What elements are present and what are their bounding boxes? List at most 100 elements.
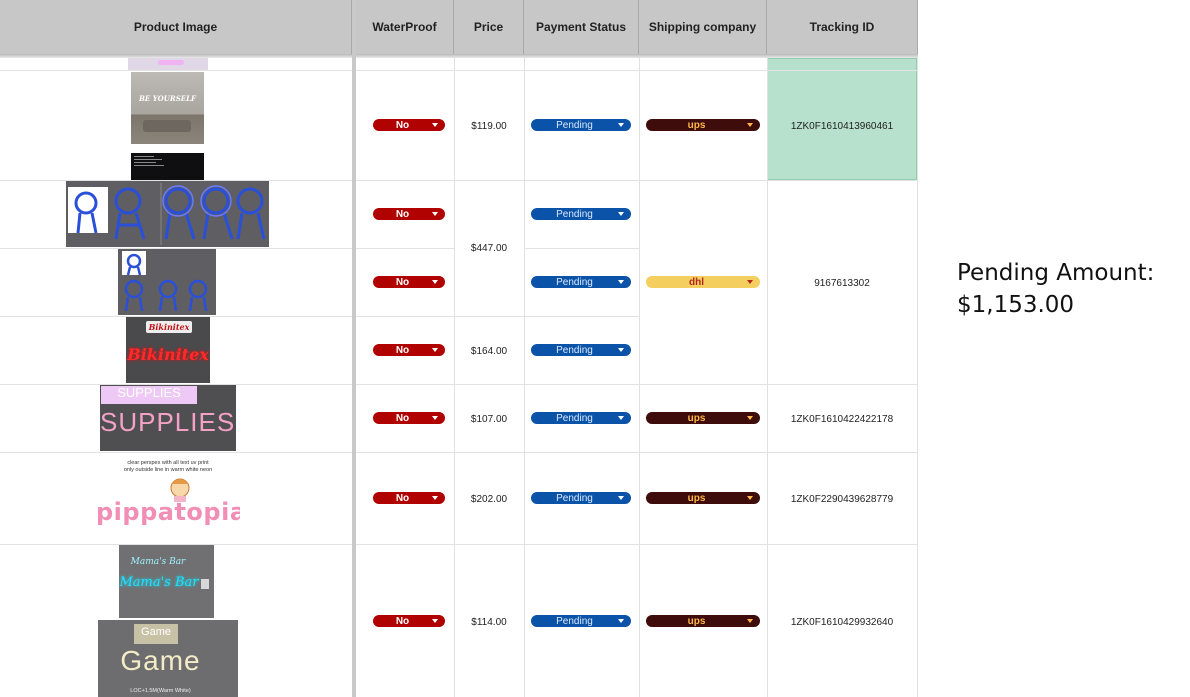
image-label-text: SUPPLIES (117, 385, 181, 400)
payment-status-dropdown[interactable]: Pending (531, 615, 631, 627)
chevron-down-icon (618, 416, 624, 420)
image-label-text: Bikinitex (148, 322, 190, 332)
chevron-down-icon (432, 212, 438, 216)
price-cell[interactable]: $164.00 (454, 344, 524, 358)
payment-status-dropdown[interactable]: Pending (531, 492, 631, 504)
image-neon-text: Mama's Bar (119, 575, 199, 590)
payment-status-dropdown[interactable]: Pending (531, 208, 631, 220)
spreadsheet: Product Image WaterProof Price Payment S… (0, 0, 918, 697)
chip-label: No (395, 119, 410, 131)
pending-amount-label: Pending Amount: (957, 260, 1155, 286)
chip-label: No (395, 412, 410, 424)
chip-label: No (395, 492, 410, 504)
image-caption-text: LOC+1.5M(Warm White) (130, 688, 191, 694)
mascot-illustration (74, 183, 266, 245)
product-image[interactable]: SUPPLIES SUPPLIES (100, 385, 236, 451)
product-image[interactable]: Game Game LOC+1.5M(Warm White) (98, 620, 238, 697)
header-waterproof[interactable]: WaterProof (356, 0, 454, 54)
product-image[interactable] (66, 181, 269, 247)
waterproof-dropdown[interactable]: No (373, 615, 445, 627)
payment-status-dropdown[interactable]: Pending (531, 276, 631, 288)
frozen-column-divider[interactable] (352, 0, 356, 697)
grid-line (0, 316, 639, 317)
product-image[interactable] (118, 249, 216, 315)
chevron-down-icon (432, 280, 438, 284)
product-image[interactable] (128, 58, 208, 70)
grid-line (639, 58, 640, 697)
image-brand-text: pippatopia (96, 498, 240, 526)
price-cell[interactable]: $202.00 (454, 492, 524, 506)
waterproof-dropdown[interactable]: No (373, 412, 445, 424)
header-label: Payment Status (535, 20, 627, 34)
chip-label: ups (687, 615, 706, 627)
pending-amount-value: $1,153.00 (957, 292, 1075, 318)
grid-line (917, 58, 918, 697)
header-label: Product Image (133, 20, 218, 34)
chip-label: Pending (556, 492, 593, 504)
grid-line (0, 70, 918, 71)
tracking-id-cell[interactable]: 1ZK0F2290439628779 (767, 492, 917, 506)
chevron-down-icon (747, 496, 753, 500)
shipping-company-dropdown[interactable]: dhl (646, 276, 760, 288)
tracking-id-cell[interactable]: 1ZK0F1610413960461 (767, 119, 917, 133)
chip-label: Pending (556, 344, 593, 356)
payment-status-dropdown[interactable]: Pending (531, 412, 631, 424)
chip-label: dhl (689, 276, 704, 288)
chevron-down-icon (747, 123, 753, 127)
chevron-down-icon (747, 280, 753, 284)
header-price[interactable]: Price (454, 0, 524, 54)
waterproof-dropdown[interactable]: No (373, 276, 445, 288)
shipping-company-dropdown[interactable]: ups (646, 119, 760, 131)
tracking-id-cell[interactable]: 1ZK0F1610422422178 (767, 412, 917, 426)
payment-status-dropdown[interactable]: Pending (531, 344, 631, 356)
image-neon-text: Mama's Bar (130, 557, 186, 567)
payment-status-dropdown[interactable]: Pending (531, 119, 631, 131)
waterproof-dropdown[interactable]: No (373, 208, 445, 220)
waterproof-dropdown[interactable]: No (373, 344, 445, 356)
product-image[interactable] (131, 153, 204, 180)
price-cell[interactable]: $447.00 (454, 241, 524, 255)
tracking-id-cell[interactable]: 9167613302 (767, 276, 917, 290)
product-image[interactable]: clear perspex with all text uv print onl… (96, 454, 240, 542)
shipping-company-dropdown[interactable]: ups (646, 615, 760, 627)
waterproof-dropdown[interactable]: No (373, 119, 445, 131)
chevron-down-icon (618, 123, 624, 127)
grid-line (0, 452, 918, 453)
chevron-down-icon (432, 496, 438, 500)
waterproof-dropdown[interactable]: No (373, 492, 445, 504)
price-cell[interactable]: $114.00 (454, 615, 524, 629)
chip-label: ups (687, 492, 706, 504)
chip-label: Pending (556, 276, 593, 288)
chevron-down-icon (618, 348, 624, 352)
header-product-image[interactable]: Product Image (0, 0, 352, 54)
price-cell[interactable]: $119.00 (454, 119, 524, 133)
grid-line (767, 58, 768, 697)
grid-line (524, 58, 525, 697)
pending-amount-summary: Pending Amount: $1,153.00 (957, 257, 1154, 321)
image-neon-text: BE YOURSELF (139, 94, 196, 103)
grid-line (0, 248, 454, 249)
chip-label: No (395, 276, 410, 288)
chevron-down-icon (618, 619, 624, 623)
shipping-company-dropdown[interactable]: ups (646, 412, 760, 424)
grid-line (454, 58, 455, 697)
grid-line (524, 248, 639, 249)
chip-label: ups (687, 412, 706, 424)
chip-label: ups (687, 119, 706, 131)
image-neon-text: SUPPLIES (100, 407, 236, 437)
chip-label: Pending (556, 412, 593, 424)
product-image[interactable]: BE YOURSELF (131, 72, 204, 144)
product-image[interactable]: Mama's Bar Mama's Bar (119, 545, 214, 618)
chevron-down-icon (432, 348, 438, 352)
header-tracking-id[interactable]: Tracking ID (767, 0, 918, 54)
chip-label: Pending (556, 208, 593, 220)
product-image[interactable]: Bikinitex Bikinitex (126, 317, 210, 383)
header-payment-status[interactable]: Payment Status (524, 0, 639, 54)
price-cell[interactable]: $107.00 (454, 412, 524, 426)
chevron-down-icon (618, 496, 624, 500)
shipping-company-dropdown[interactable]: ups (646, 492, 760, 504)
tracking-id-cell[interactable]: 1ZK0F1610429932640 (767, 615, 917, 629)
header-shipping-company[interactable]: Shipping company (639, 0, 767, 54)
chip-label: No (395, 615, 410, 627)
chevron-down-icon (747, 416, 753, 420)
